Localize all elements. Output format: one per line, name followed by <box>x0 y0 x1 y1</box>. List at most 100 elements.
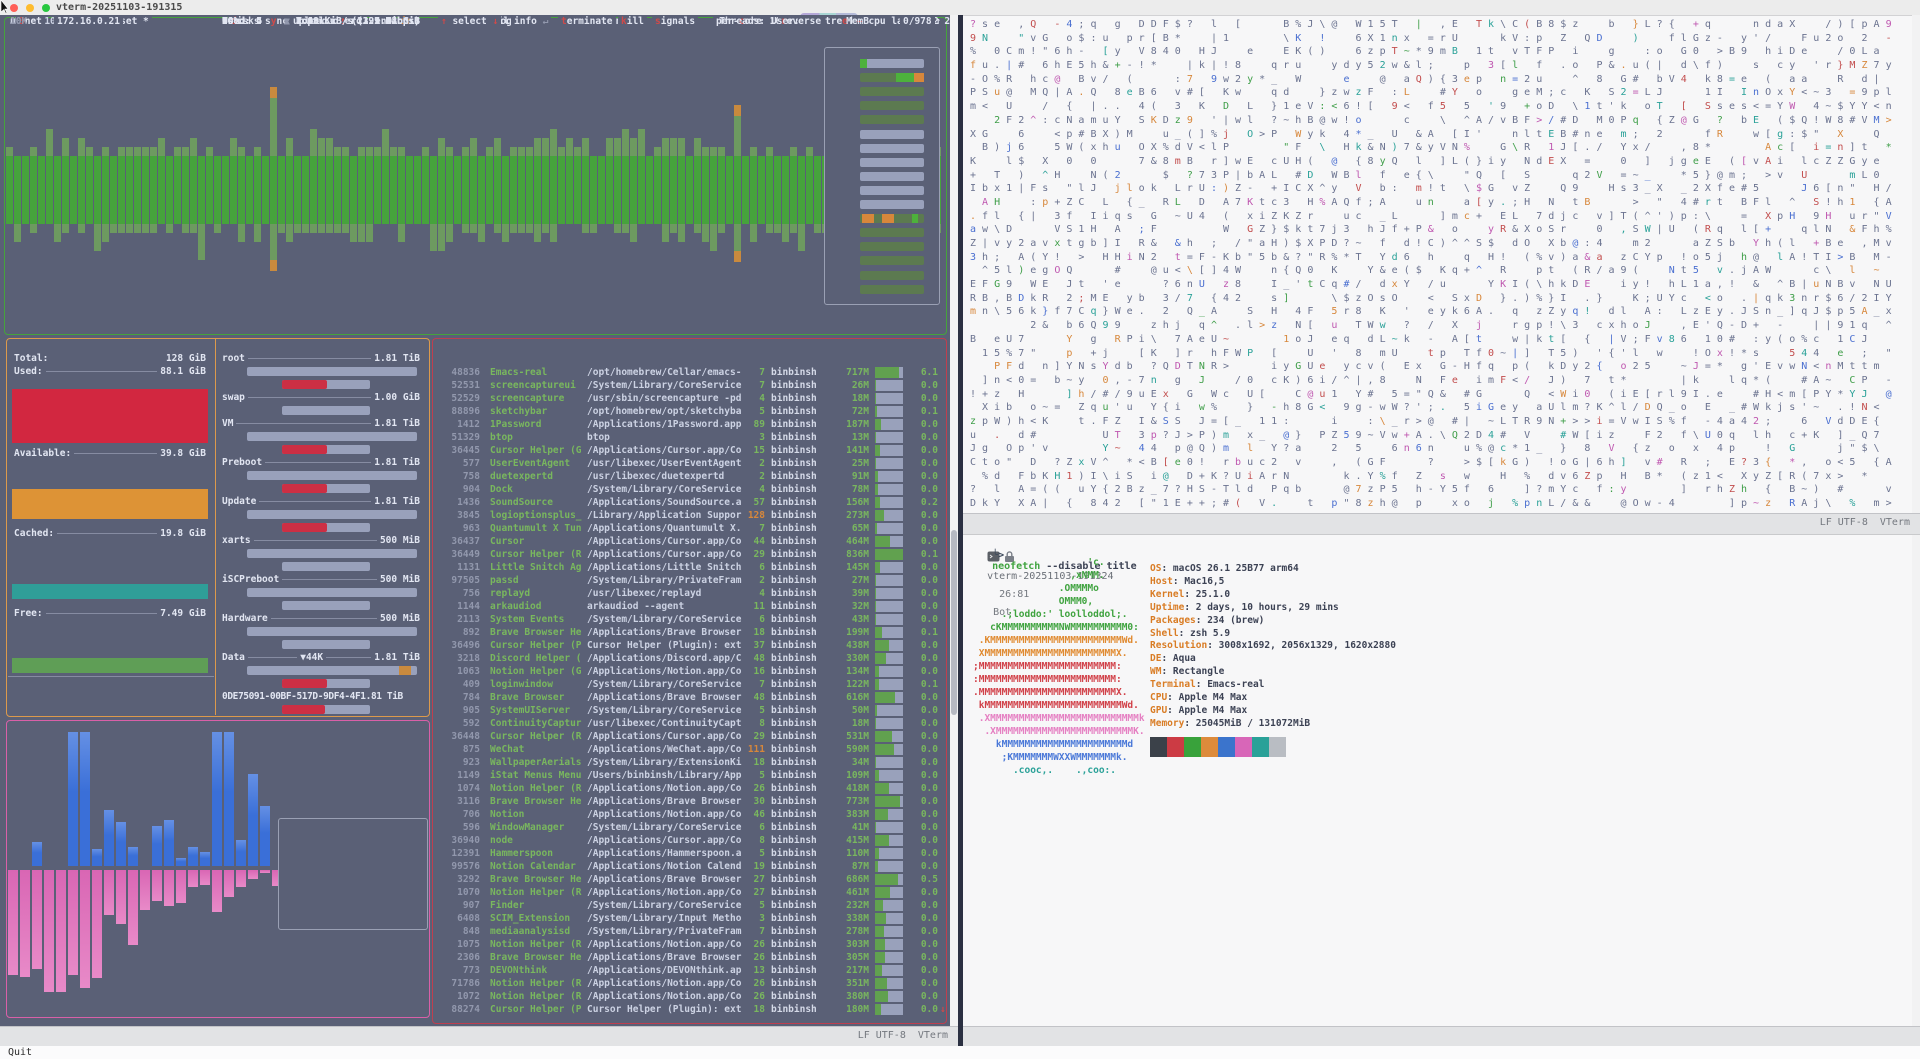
mem-meter-graph <box>12 584 208 599</box>
proc-row[interactable]: 36449Cursor Helper (R/Applications/Curso… <box>432 548 946 561</box>
disk-used-bar <box>282 484 370 493</box>
core-graph <box>860 59 924 68</box>
proc-row[interactable]: 963Quantumult X Tun/Applications/Quantum… <box>432 522 946 535</box>
proc-row[interactable]: 97505passd/System/Library/PrivateFram2bi… <box>432 574 946 587</box>
proc-row[interactable]: 1072Notion Helper (R/Applications/Notion… <box>432 990 946 1003</box>
window-title: vterm-20251103-191315 <box>56 1 182 14</box>
proc-row[interactable]: 592ContinuityCaptur/usr/libexec/Continui… <box>432 717 946 730</box>
proc-row[interactable]: 36940node/Applications/Cursor.app/Co8bin… <box>432 834 946 847</box>
proc-row[interactable]: 1070Notion Helper (R/Applications/Notion… <box>432 886 946 899</box>
modeline-middle[interactable]: vterm-20251103-191324 26:81 Bot LF UTF-8… <box>963 513 1920 535</box>
proc-kill-button[interactable]: kill <box>618 15 647 28</box>
proc-column-header[interactable]: Threads: <box>719 15 765 28</box>
proc-row[interactable]: 36445Cursor Helper (G/Applications/Curso… <box>432 444 946 457</box>
color-swatch <box>1269 737 1286 757</box>
disk-entry-header: Preboot1.81 TiB <box>222 456 420 469</box>
proc-row[interactable]: 3292Brave Browser He/Applications/Brave … <box>432 873 946 886</box>
proc-row[interactable]: 923WallpaperAerials/System/Library/Exten… <box>432 756 946 769</box>
proc-row[interactable]: 12391Hammerspoon/Applications/Hammerspoo… <box>432 847 946 860</box>
proc-row[interactable]: 1063Notion Helper (G/Applications/Notion… <box>432 665 946 678</box>
proc-row[interactable]: 1131Little Snitch Ag/Applications/Little… <box>432 561 946 574</box>
modeline-left[interactable]: *vterm-20251103-190639* 511:129 Bot LF U… <box>0 1026 958 1048</box>
disk-entry-header: Hardware500 MiB <box>222 612 420 625</box>
proc-row[interactable]: 875WeChat/Applications/WeChat.app/Co111b… <box>432 743 946 756</box>
mouse-cursor-icon <box>0 0 10 13</box>
proc-row[interactable]: 52529screencapture/usr/sbin/screencaptur… <box>432 392 946 405</box>
proc-row[interactable]: 88896sketchybar/opt/homebrew/opt/sketchy… <box>432 405 946 418</box>
color-swatch <box>1218 737 1235 757</box>
disk-used-bar <box>282 406 370 415</box>
minimize-button[interactable] <box>26 4 34 12</box>
proc-row[interactable]: 88274Cursor Helper (PCursor Helper (Plug… <box>432 1003 946 1016</box>
proc-row[interactable]: 48836Emacs-real/opt/homebrew/Cellar/emac… <box>432 366 946 379</box>
mem-meter-header: Cached:19.8 GiB <box>14 527 206 540</box>
proc-row[interactable]: 3116Brave Browser He/Applications/Brave … <box>432 795 946 808</box>
mem-disk-divider <box>215 338 216 715</box>
proc-row[interactable]: 596WindowManager/System/Library/CoreServ… <box>432 821 946 834</box>
proc-row[interactable]: 3218Discord Helper (/Applications/Discor… <box>432 652 946 665</box>
disk-used-bar <box>282 679 370 688</box>
disk-entry-header: xarts500 MiB <box>222 534 420 547</box>
proc-row[interactable]: 773DEVONthink/Applications/DEVONthink.ap… <box>432 964 946 977</box>
color-swatch <box>1235 737 1252 757</box>
proc-column-header[interactable]: User: <box>771 15 800 28</box>
proc-column-header[interactable]: MemB <box>846 15 869 28</box>
core-graph <box>860 130 924 139</box>
proc-row[interactable]: 1074Notion Helper (R/Applications/Notion… <box>432 782 946 795</box>
proc-row[interactable]: 6408SCIM_Extension/System/Library/Input … <box>432 912 946 925</box>
disk-io-bar <box>247 588 417 597</box>
proc-row[interactable]: 52531screencaptureui/System/Library/Core… <box>432 379 946 392</box>
proc-row[interactable]: 848mediaanalysisd/System/Library/Private… <box>432 925 946 938</box>
proc-row[interactable]: 892Brave Browser He/Applications/Brave B… <box>432 626 946 639</box>
core-graph <box>860 172 924 181</box>
proc-row[interactable]: 409loginwindow/System/Library/CoreServic… <box>432 678 946 691</box>
proc-row[interactable]: 51329btopbtop3binbinsh13M0.0 <box>432 431 946 444</box>
emacs-frame: vterm-20251103-191315 1cpumenupreset *19… <box>0 0 1920 1059</box>
proc-row[interactable]: 2306Brave Browser He/Applications/Brave … <box>432 951 946 964</box>
modeline-encoding: LF UTF-8 VTerm <box>858 1027 948 1045</box>
proc-info-button[interactable]: info ↵ <box>511 15 551 28</box>
core-graph <box>860 87 924 96</box>
proc-row[interactable]: 905SystemUIServer/System/Library/CoreSer… <box>432 704 946 717</box>
proc-row[interactable]: 1436SoundSource/Applications/SoundSource… <box>432 496 946 509</box>
disk-entry-header: VM1.81 TiB <box>222 417 420 430</box>
proc-row[interactable]: 1144arkaudiodarkaudiod --agent11binbinsh… <box>432 600 946 613</box>
proc-row[interactable]: 907Finder/System/Library/CoreService5bin… <box>432 899 946 912</box>
proc-row[interactable]: 3845logioptionsplus_/Library/Application… <box>432 509 946 522</box>
close-button[interactable] <box>10 4 18 12</box>
proc-row[interactable]: 36448Cursor Helper (R/Applications/Curso… <box>432 730 946 743</box>
proc-row[interactable]: 577UserEventAgent/usr/libexec/UserEventA… <box>432 457 946 470</box>
proc-row[interactable]: 1149iStat Menus Menu/Users/binbinsh/Libr… <box>432 769 946 782</box>
terminal-random-output: ? s e , Q - 4 ; q g D D F $ ? l [ B % J … <box>970 18 1910 512</box>
core-graph <box>860 115 924 124</box>
zoom-button[interactable] <box>42 4 50 12</box>
echo-area: Quit <box>0 1046 1920 1059</box>
proc-terminate-button[interactable]: terminate <box>558 15 616 28</box>
mem-meter-header: Available:39.8 GiB <box>14 447 206 460</box>
proc-row[interactable]: 1075Notion Helper (R/Applications/Notion… <box>432 938 946 951</box>
modeline-encoding: LF UTF-8 VTerm <box>1820 514 1910 532</box>
proc-row[interactable]: 904Dock/System/Library/CoreService4binbi… <box>432 483 946 496</box>
proc-row[interactable]: 758duetexpertd/usr/libexec/duetexpertd2b… <box>432 470 946 483</box>
proc-row[interactable]: 99576Notion Calendar/Applications/Notion… <box>432 860 946 873</box>
color-swatch <box>1184 737 1201 757</box>
net-ip-address: 172.16.0.21 <box>54 15 123 28</box>
modeline-active[interactable]: vterm-20251103-191315 77:3 Bot <mouse-1>… <box>963 1026 1920 1048</box>
core-graph <box>860 101 924 110</box>
disk-used-bar <box>282 562 370 571</box>
disk-io-bar <box>247 367 417 376</box>
proc-signals-button[interactable]: signals <box>652 15 698 28</box>
proc-row[interactable]: 14121Password/Applications/1Password.app… <box>432 418 946 431</box>
proc-row[interactable]: 706Notion/Applications/Notion.app/Co46bi… <box>432 808 946 821</box>
net-scale-upload: 10K <box>10 15 27 28</box>
left-scrollbar[interactable] <box>950 15 958 1026</box>
btop-system-monitor: 1cpumenupreset *19:22:46BAT■ 100%-2000ms… <box>0 15 958 1026</box>
proc-row[interactable]: 36496Cursor Helper (PCursor Helper (Plug… <box>432 639 946 652</box>
left-scrollbar-thumb[interactable] <box>951 530 957 715</box>
proc-select-hint[interactable]: ↑ select ↓ <box>438 15 501 28</box>
proc-row[interactable]: 71786Notion Helper (R/Applications/Notio… <box>432 977 946 990</box>
proc-row[interactable]: 36437Cursor/Applications/Cursor.app/Co44… <box>432 535 946 548</box>
proc-row[interactable]: 756replayd/usr/libexec/replayd4binbinsh3… <box>432 587 946 600</box>
proc-row[interactable]: 784Brave Browser/Applications/Brave Brow… <box>432 691 946 704</box>
proc-row[interactable]: 2113System Events/System/Library/CoreSer… <box>432 613 946 626</box>
